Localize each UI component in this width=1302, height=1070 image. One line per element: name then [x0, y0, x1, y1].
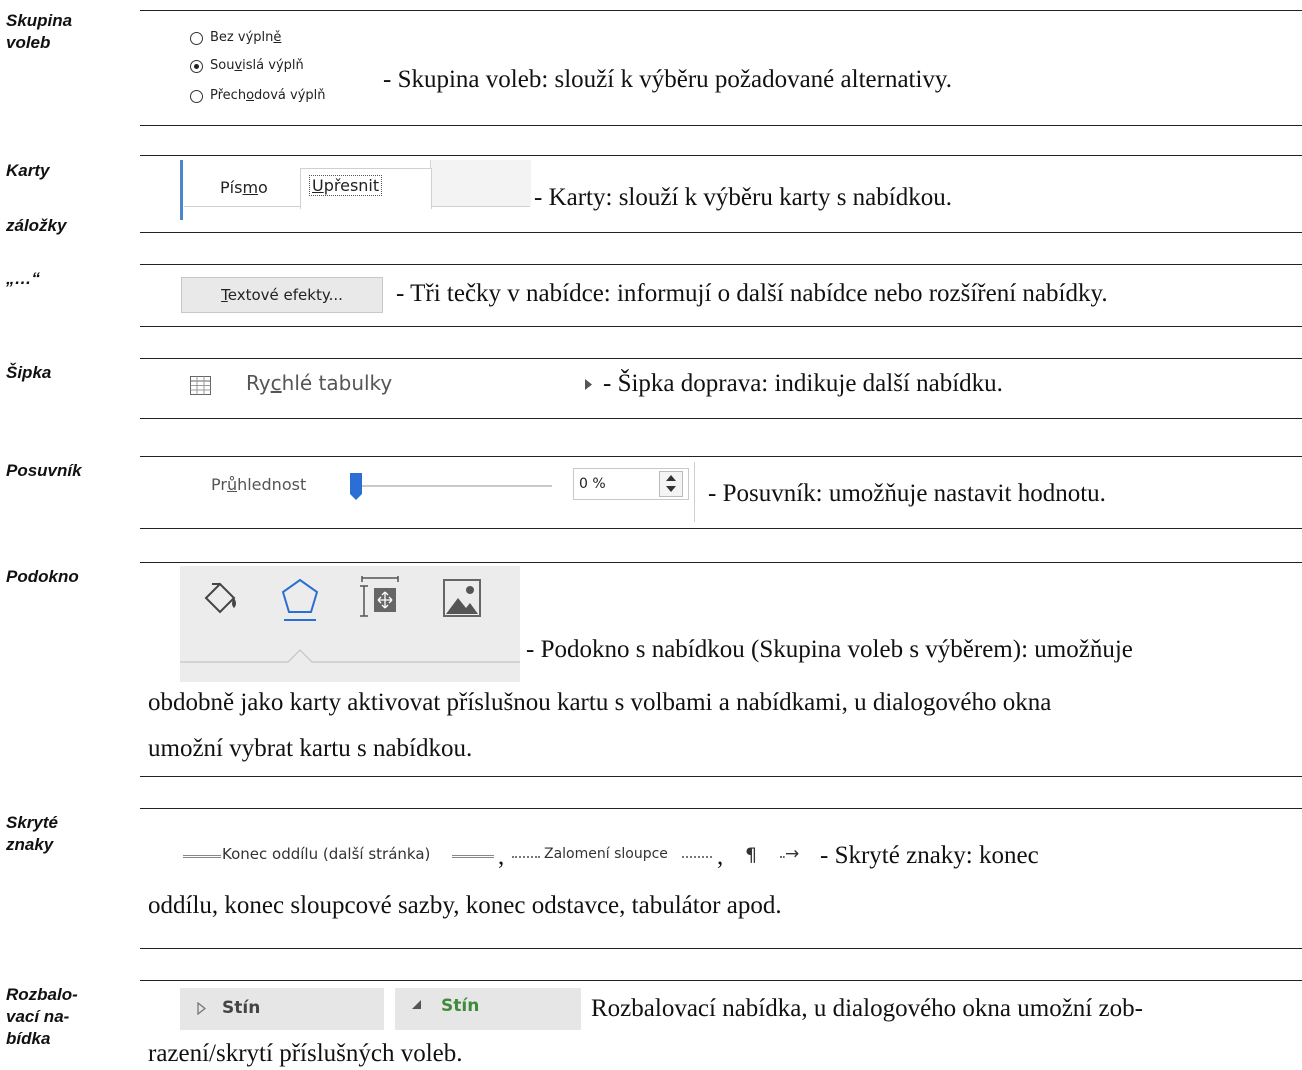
expander-label: Stín [441, 996, 480, 1016]
description-hidden-chars-line2: oddílu, konec sloupcové sazby, konec ods… [148, 892, 782, 919]
tab-strip: Písmo Upřesnit [180, 160, 532, 220]
description-pane-line3: umožní vybrat kartu s nabídkou. [148, 735, 473, 762]
menu-item-label: Rychlé tabulky [246, 371, 393, 395]
side-label-arrow: Šipka [6, 363, 52, 382]
description-hidden-chars-line1: - Skryté znaky: konec [820, 842, 1039, 869]
description-tabs: - Karty: slouží k výběru karty s nabídko… [534, 184, 952, 211]
rule [140, 155, 1302, 156]
side-label-tabs: Karty [6, 161, 50, 180]
description-expandable-line1: Rozbalovací nabídka, u dialogového okna … [591, 995, 1143, 1022]
side-label-slider: Posuvník [6, 461, 82, 480]
slider-label: Průhlednost [211, 475, 307, 494]
radio-button-icon[interactable] [190, 90, 203, 103]
side-label-hidden-chars: Skryté znaky [6, 813, 58, 854]
tab-strip-accent [180, 160, 183, 220]
menu-item-quick-tables[interactable]: Rychlé tabulky [180, 366, 600, 406]
submenu-arrow-icon [585, 379, 592, 390]
rule [140, 948, 1302, 949]
description-ellipsis: - Tři tečky v nabídce: informují o další… [396, 280, 1108, 307]
spin-buttons[interactable] [659, 471, 683, 497]
fill-bucket-icon[interactable] [200, 578, 240, 618]
description-pane-line1: - Podokno s nabídkou (Skupina voleb s vý… [526, 636, 1133, 663]
expanded-triangle-icon [412, 1000, 421, 1009]
expander-collapsed[interactable]: Stín [180, 988, 384, 1030]
rule [140, 808, 1302, 809]
table-icon [190, 376, 211, 395]
description-pane-line2: obdobně jako karty aktivovat příslušnou … [148, 689, 1052, 716]
tab-advanced[interactable]: Upřesnit [300, 168, 432, 209]
side-label-expandable: Rozbalo- vací na- bídka [6, 985, 78, 1048]
spin-down-icon[interactable] [666, 486, 676, 493]
radio-button-icon[interactable] [190, 60, 203, 73]
rule [140, 232, 1302, 233]
hidden-characters-sample: Konec oddílu (další stránka) , Zalomení … [180, 842, 820, 872]
tab-font[interactable]: Písmo [220, 178, 268, 197]
rule [140, 980, 1302, 981]
rule [140, 418, 1302, 419]
side-label-option-group: Skupina voleb [6, 11, 73, 52]
percent-value[interactable]: 0 % [579, 476, 606, 492]
section-break-marker: Konec oddílu (další stránka) [222, 845, 431, 863]
side-label-pane: Podokno [6, 567, 79, 586]
transparency-control: Průhlednost 0 % [180, 462, 700, 522]
description-option-group: - Skupina voleb: slouží k výběru požadov… [383, 66, 953, 93]
rule [140, 125, 1302, 126]
slider-track[interactable] [350, 485, 552, 487]
slider-thumb[interactable] [350, 473, 362, 500]
rule [140, 562, 1302, 563]
text-effects-button[interactable]: Textové efekty... [181, 277, 383, 313]
rule [140, 776, 1302, 777]
expander-label: Stín [222, 998, 261, 1018]
spin-up-icon[interactable] [666, 475, 676, 482]
percent-spinbox[interactable]: 0 % [573, 468, 689, 500]
description-slider: - Posuvník: umožňuje nastavit hodnotu. [708, 480, 1106, 507]
column-break-marker: Zalomení sloupce [544, 846, 668, 862]
pilcrow-icon: ¶ [745, 844, 758, 866]
collapsed-triangle-icon [197, 1002, 206, 1015]
rule [140, 10, 1302, 11]
rule [140, 326, 1302, 327]
pane-selection-pointer [180, 649, 520, 663]
size-properties-icon[interactable] [360, 576, 400, 618]
pentagon-shape-icon[interactable] [278, 576, 322, 622]
rule [140, 358, 1302, 359]
radio-button-icon[interactable] [190, 32, 203, 45]
tab-arrow-icon: → [785, 844, 800, 864]
rule [140, 528, 1302, 529]
rule [140, 456, 1302, 457]
side-label-ellipsis: „…“ [6, 269, 40, 288]
picture-icon[interactable] [442, 578, 482, 618]
expander-expanded[interactable]: Stín [395, 988, 581, 1030]
pane-icon-bar [180, 566, 520, 682]
description-expandable-line2: razení/skrytí příslušných voleb. [148, 1040, 463, 1067]
side-label-tabs-2: záložky [6, 216, 67, 235]
rule [140, 264, 1302, 265]
description-arrow: - Šipka doprava: indikuje další nabídku. [603, 370, 1003, 397]
